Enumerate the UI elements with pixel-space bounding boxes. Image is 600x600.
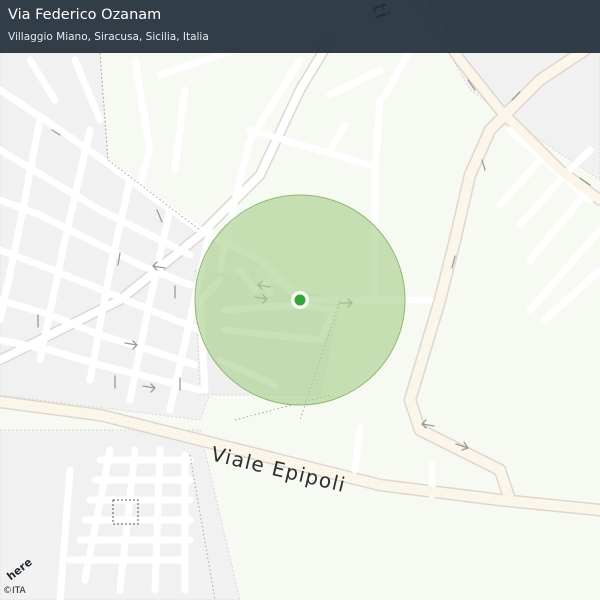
current-location-marker[interactable] <box>291 291 309 309</box>
map-canvas[interactable]: Viale Epipoli ti <box>0 0 600 600</box>
location-header: Via Federico Ozanam Villaggio Miano, Sir… <box>0 0 600 53</box>
copyright-notice: ©ITA <box>3 586 26 596</box>
map-view[interactable]: Viale Epipoli ti Via Federico Ozanam Vil… <box>0 0 600 600</box>
place-title: Via Federico Ozanam <box>8 7 162 23</box>
place-subtitle: Villaggio Miano, Siracusa, Sicilia, Ital… <box>8 31 209 43</box>
location-dot-icon <box>294 294 306 306</box>
